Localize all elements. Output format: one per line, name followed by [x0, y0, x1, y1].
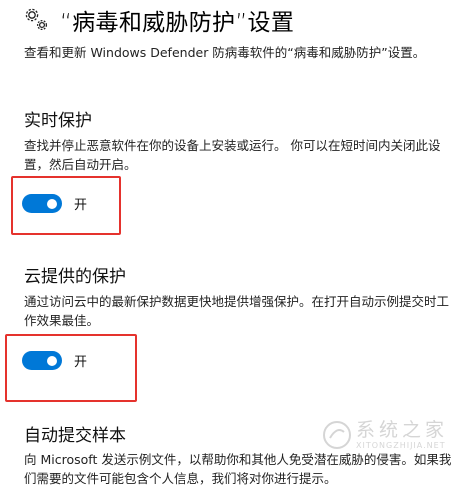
watermark-subtitle: XITONGZHIJIA.NET — [356, 441, 446, 450]
cloud-protection-description: 通过访问云中的最新保护数据更快地提供增强保护。在打开自动示例提交时工作效果最佳。 — [24, 294, 450, 328]
sample-submission-title: 自动提交样本 — [24, 426, 126, 446]
watermark-title: 系统之家 — [356, 419, 449, 441]
page-title: “病毒和威胁防护”设置 — [60, 10, 295, 36]
realtime-protection-toggle-row[interactable]: 开 — [22, 194, 87, 213]
cloud-protection-toggle[interactable] — [22, 351, 62, 370]
toggle-knob — [47, 355, 57, 366]
toggle-knob — [47, 198, 57, 209]
cloud-protection-title: 云提供的保护 — [24, 267, 126, 287]
realtime-protection-toggle[interactable] — [22, 194, 62, 213]
gear-icon — [25, 8, 48, 31]
page-header: “病毒和威胁防护”设置 — [24, 2, 460, 38]
realtime-protection-toggle-label: 开 — [74, 198, 88, 213]
watermark-logo-icon — [323, 421, 351, 449]
realtime-protection-description: 查找并停止恶意软件在你的设备上安装或运行。 你可以在短时间内关闭此设置，然后自动… — [24, 138, 441, 172]
realtime-protection-title: 实时保护 — [24, 111, 92, 131]
page-description: 查看和更新 Windows Defender 防病毒软件的“病毒和威胁防护”设置… — [24, 45, 426, 60]
watermark: 系统之家 XITONGZHIJIA.NET — [322, 413, 462, 457]
watermark-text: 系统之家 XITONGZHIJIA.NET — [356, 419, 448, 451]
cloud-protection-toggle-row[interactable]: 开 — [22, 351, 87, 370]
cloud-protection-toggle-label: 开 — [74, 355, 88, 370]
